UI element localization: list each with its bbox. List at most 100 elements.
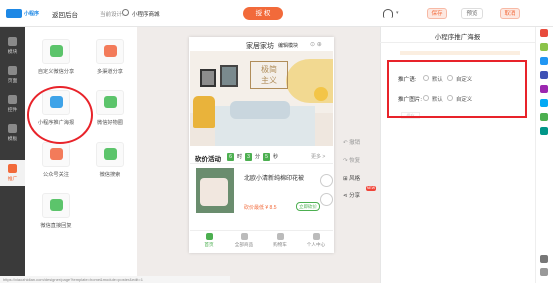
chevron-down-icon[interactable]: ▾ <box>396 10 399 16</box>
nav-item-templates[interactable]: 模板 <box>0 120 25 146</box>
redo-button[interactable]: ↷ 恢复 <box>343 156 360 164</box>
nav-item-controls[interactable]: 控件 <box>0 91 25 117</box>
cancel-button[interactable]: 取消 <box>500 8 520 19</box>
deal-title: 砍价活动 <box>195 156 221 163</box>
redo-label: 恢复 <box>349 158 361 164</box>
module-official-account-follow[interactable]: 公众号关注 <box>30 140 82 180</box>
banner-image[interactable]: 极简 主义 <box>190 51 333 146</box>
module-label: 公众号关注 <box>43 172 69 178</box>
highlight-annotation-rect <box>387 60 527 118</box>
module-label: 微信搜索 <box>99 172 121 178</box>
module-custom-wechat-share[interactable]: 自定义微信分享 <box>30 37 82 77</box>
tab-all-products[interactable]: 全部商品 <box>230 233 258 248</box>
tab-label: 个人中心 <box>306 242 326 247</box>
properties-title: 小程序推广海报 <box>434 34 481 41</box>
chat-icon[interactable] <box>320 193 333 206</box>
preview-button[interactable]: 预览 <box>461 8 483 19</box>
share-label: 分享 <box>349 193 361 199</box>
banner-frame <box>200 69 216 87</box>
countdown-unit: 秒 <box>273 154 279 160</box>
app-icon[interactable] <box>540 85 548 93</box>
logo-text: 小程序 <box>24 11 40 17</box>
banner-title: 极简 主义 <box>250 61 288 89</box>
tab-label: 首页 <box>204 242 214 247</box>
module-wechat-direct-reply[interactable]: 微信直接回复 <box>30 191 82 231</box>
status-bar-url: https://xiaozhidian.com/designer/page?te… <box>0 276 230 283</box>
nav-label: 控件 <box>7 108 18 113</box>
tab-profile[interactable]: 个人中心 <box>302 233 330 248</box>
settings-icon[interactable] <box>540 255 548 263</box>
phone-header-icons[interactable]: ⊙ ⊕ <box>310 41 322 48</box>
home-icon <box>205 233 213 240</box>
banner-line-1: 极简 <box>261 65 277 74</box>
app-icon[interactable] <box>540 113 548 121</box>
page-icon <box>8 66 17 75</box>
modules-icon <box>8 37 17 46</box>
phone-call-icon[interactable] <box>320 174 333 187</box>
module-multi-channel-share[interactable]: 多渠道分享 <box>84 37 136 77</box>
back-to-admin-button[interactable]: 返回后台 <box>52 9 78 19</box>
page-title: 家居家坊 <box>246 43 274 50</box>
edit-module-link[interactable]: 编辑模块 <box>278 42 298 49</box>
app-icon[interactable] <box>540 57 548 65</box>
undo-button[interactable]: ↶ 撤销 <box>343 138 360 146</box>
module-label: 自定义微信分享 <box>37 69 75 75</box>
banner-frame <box>220 65 238 87</box>
publish-button[interactable]: 授 权 <box>243 7 283 20</box>
nav-item-modules[interactable]: 模块 <box>0 33 25 59</box>
nav-item-pages[interactable]: 页面 <box>0 62 25 88</box>
headset-icon[interactable] <box>383 9 393 18</box>
chat-bubble-icon <box>50 45 63 57</box>
module-label: 多渠道分享 <box>97 69 123 75</box>
product-image[interactable] <box>196 168 234 213</box>
product-title[interactable]: 北欧小清新纯棉印花被 <box>244 173 304 182</box>
app-icon[interactable] <box>540 99 548 107</box>
countdown-hours: 6 <box>227 153 234 161</box>
bargain-button[interactable]: 立即砍价 <box>296 202 320 211</box>
current-design-value[interactable]: 小程序商城 <box>132 10 160 18</box>
style-label: 风格 <box>349 176 361 182</box>
gear-icon[interactable] <box>122 9 129 16</box>
follow-icon <box>50 148 63 160</box>
logo-icon <box>6 9 22 18</box>
style-button[interactable]: ⊞ 风格 <box>343 174 360 182</box>
banner-pillow <box>230 101 290 119</box>
share-icon <box>104 45 117 57</box>
module-wechat-search[interactable]: 微信搜索 <box>84 140 136 180</box>
goods-circle-icon <box>104 96 117 108</box>
cart-icon <box>276 233 284 240</box>
product-price: 砍价最低 ¥ 8.5 <box>244 205 277 211</box>
banner-chair <box>193 96 215 128</box>
countdown-unit: 时 <box>237 154 243 160</box>
search-icon <box>104 148 117 160</box>
user-icon <box>312 233 320 240</box>
gear-icon[interactable] <box>540 268 548 276</box>
app-icon[interactable] <box>540 43 548 51</box>
countdown-unit: 分 <box>255 154 261 160</box>
countdown-seconds: 5 <box>263 153 270 161</box>
tab-label: 全部商品 <box>234 242 254 247</box>
tab-label: 购物车 <box>273 242 287 247</box>
controls-icon <box>8 95 17 104</box>
app-icon[interactable] <box>540 29 548 37</box>
nav-label: 模块 <box>7 50 18 55</box>
banner-lamp <box>314 87 328 101</box>
module-label: 微信直接回复 <box>40 223 72 229</box>
more-link[interactable]: 更多 > <box>311 153 325 160</box>
tab-cart[interactable]: 购物车 <box>266 233 294 248</box>
banner-line-2: 主义 <box>261 76 277 85</box>
tab-home[interactable]: 首页 <box>195 233 223 248</box>
nav-item-promotion[interactable]: 推广 <box>0 160 25 186</box>
app-icon[interactable] <box>540 71 548 79</box>
app-icon[interactable] <box>540 127 548 135</box>
nav-label: 推广 <box>7 177 18 182</box>
nav-label: 模板 <box>7 137 18 142</box>
product-pillow <box>200 178 228 206</box>
save-button[interactable]: 保存 <box>427 8 447 19</box>
divider <box>380 42 535 43</box>
grid-icon <box>240 233 248 240</box>
current-design-label: 当前设计: <box>100 12 124 18</box>
notice-bar <box>400 51 520 55</box>
countdown-minutes: 3 <box>245 153 252 161</box>
share-button[interactable]: ⋖ 分享 <box>343 191 360 199</box>
